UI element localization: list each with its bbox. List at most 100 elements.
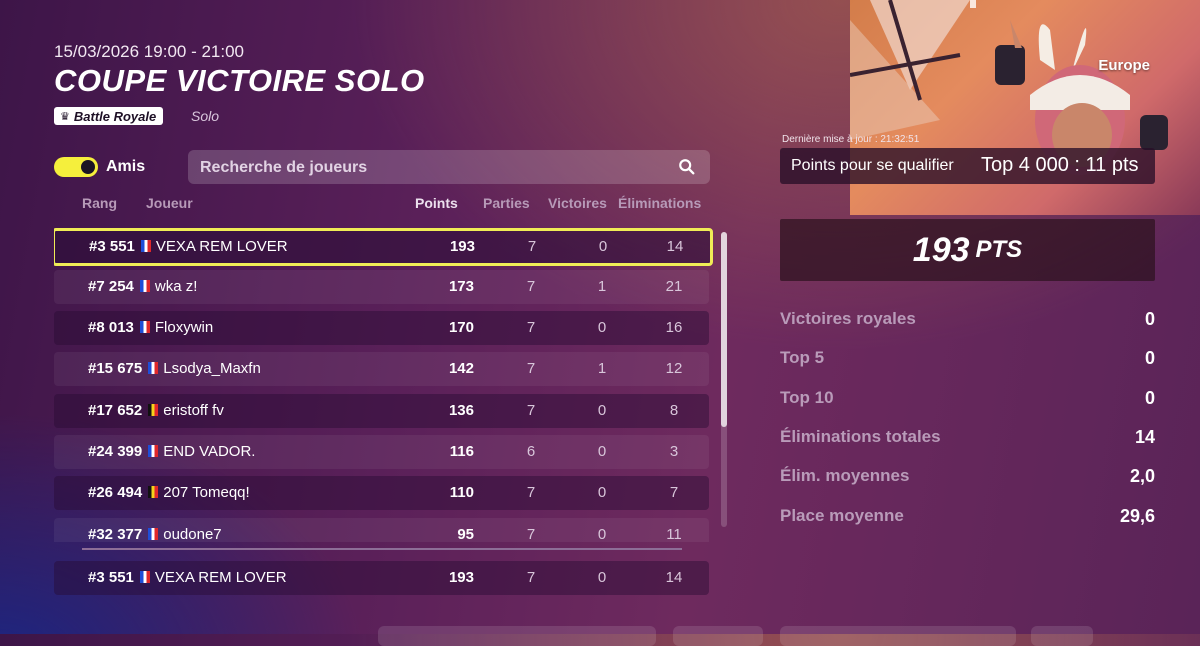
rank-value: #8 013 (88, 319, 134, 336)
player-name: VEXA REM LOVER (154, 569, 287, 586)
total-points-box: 193 PTS (780, 219, 1155, 281)
bottom-action-button[interactable] (780, 626, 1016, 646)
crown-icon: ♛ (60, 110, 70, 123)
stat-value-total-eliminations: 14 (1134, 427, 1155, 447)
list-divider (82, 548, 682, 550)
column-player: Joueur (146, 195, 193, 211)
wins-value: 0 (597, 402, 607, 419)
region-label: Europe (1098, 57, 1150, 74)
mode-sub-label: Solo (191, 108, 220, 124)
rank-value: #26 494 (88, 484, 143, 501)
page-title: COUPE VICTOIRE SOLO (54, 63, 425, 98)
wins-value: 0 (597, 484, 607, 501)
points-value: 193 (448, 569, 474, 586)
flag-fr-icon (148, 528, 159, 541)
friends-toggle-label: Amis (106, 158, 146, 175)
elims-value: 8 (669, 402, 679, 419)
rank-value: #24 399 (88, 443, 143, 460)
flag-fr-icon (139, 321, 150, 334)
wins-value: 1 (597, 278, 607, 295)
flag-fr-icon (139, 280, 150, 293)
column-matches: Parties (483, 195, 530, 211)
column-eliminations: Éliminations (618, 195, 702, 211)
wins-value: 0 (597, 319, 607, 336)
table-row[interactable]: #32 377 oudone7 95 7 0 11 (54, 518, 709, 542)
matches-value: 7 (527, 238, 537, 255)
leaderboard-list[interactable]: #3 551 VEXA REM LOVER 193 7 0 14 #7 254 wk… (54, 228, 714, 542)
points-value: 136 (448, 402, 474, 419)
elims-value: 16 (665, 319, 683, 336)
table-row[interactable]: #3 551 VEXA REM LOVER 193 7 0 14 (54, 228, 713, 266)
elims-value: 21 (665, 278, 683, 295)
table-row[interactable]: #15 675 Lsodya_Maxfn 142 7 1 12 (54, 352, 709, 386)
mode-badge: ♛ Battle Royale (54, 107, 164, 125)
points-value: 95 (457, 526, 474, 542)
flag-be-icon (148, 486, 159, 499)
column-points: Points (415, 195, 458, 211)
total-points-unit: PTS (975, 236, 1023, 263)
matches-value: 6 (526, 443, 536, 460)
wins-value: 0 (597, 443, 607, 460)
stat-label-avg-place: Place moyenne (780, 506, 904, 525)
qualify-banner: Points pour se qualifier Top 4 000 : 11 … (780, 148, 1155, 184)
wins-value: 1 (597, 360, 607, 377)
player-name: oudone7 (163, 526, 222, 542)
table-row[interactable]: #7 254 wka z! 173 7 1 21 (54, 270, 709, 304)
player-name: wka z! (154, 278, 198, 295)
matches-value: 7 (526, 526, 536, 542)
rank-value: #3 551 (89, 238, 135, 255)
flag-be-icon (148, 404, 159, 417)
player-name: eristoff fv (163, 402, 224, 419)
elims-value: 7 (669, 484, 679, 501)
qualify-value: Top 4 000 : 11 pts (981, 154, 1139, 176)
table-row[interactable]: #17 652 eristoff fv 136 7 0 8 (54, 394, 709, 428)
wins-value: 0 (598, 238, 608, 255)
column-rank: Rang (82, 195, 117, 211)
elims-value: 12 (665, 360, 683, 377)
matches-value: 7 (526, 360, 536, 377)
flag-fr-icon (148, 362, 159, 375)
column-wins: Victoires (548, 195, 607, 211)
stat-label-royal-wins: Victoires royales (780, 309, 916, 328)
table-row[interactable]: #8 013 Floxywin 170 7 0 16 (54, 311, 709, 345)
stat-label-top5: Top 5 (780, 348, 825, 367)
table-row[interactable]: #26 494 207 Tomeqq! 110 7 0 7 (54, 476, 709, 510)
stat-value-top5: 0 (1144, 348, 1155, 368)
bottom-action-button[interactable] (1031, 626, 1093, 646)
player-name: Lsodya_Maxfn (163, 360, 261, 377)
bottom-action-button[interactable] (673, 626, 763, 646)
event-date-range: 15/03/2026 19:00 - 21:00 (54, 42, 244, 61)
toggle-knob (81, 160, 95, 174)
rank-value: #15 675 (88, 360, 143, 377)
elims-value: 14 (665, 569, 683, 586)
bottom-action-button[interactable] (378, 626, 656, 646)
points-value: 173 (448, 278, 474, 295)
points-value: 116 (449, 443, 474, 460)
friends-toggle[interactable] (54, 157, 98, 177)
wins-value: 0 (597, 526, 607, 542)
stat-label-total-eliminations: Éliminations totales (780, 427, 941, 446)
elims-value: 14 (666, 238, 684, 255)
rank-value: #32 377 (88, 526, 143, 542)
leaderboard-scrollbar[interactable] (721, 232, 727, 527)
player-name: END VADOR. (163, 443, 256, 460)
last-update: Dernière mise à jour : 21:32:51 (782, 134, 920, 145)
points-value: 110 (449, 484, 474, 501)
wins-value: 0 (597, 569, 607, 586)
stat-value-top10: 0 (1144, 388, 1155, 408)
stat-label-avg-eliminations: Élim. moyennes (780, 466, 910, 485)
player-search[interactable] (188, 150, 710, 186)
stat-value-avg-eliminations: 2,0 (1129, 466, 1155, 486)
elims-value: 3 (669, 443, 679, 460)
search-icon[interactable] (678, 158, 696, 176)
table-row[interactable]: #24 399 END VADOR. 116 6 0 3 (54, 435, 709, 469)
rank-value: #17 652 (88, 402, 143, 419)
search-input[interactable] (188, 150, 672, 186)
points-value: 142 (448, 360, 474, 377)
stat-label-top10: Top 10 (780, 388, 834, 407)
flag-fr-icon (140, 240, 151, 253)
player-name: VEXA REM LOVER (155, 238, 288, 255)
scrollbar-thumb[interactable] (721, 232, 727, 427)
flag-fr-icon (139, 571, 150, 584)
self-row[interactable]: #3 551 VEXA REM LOVER 193 7 0 14 (54, 561, 709, 595)
